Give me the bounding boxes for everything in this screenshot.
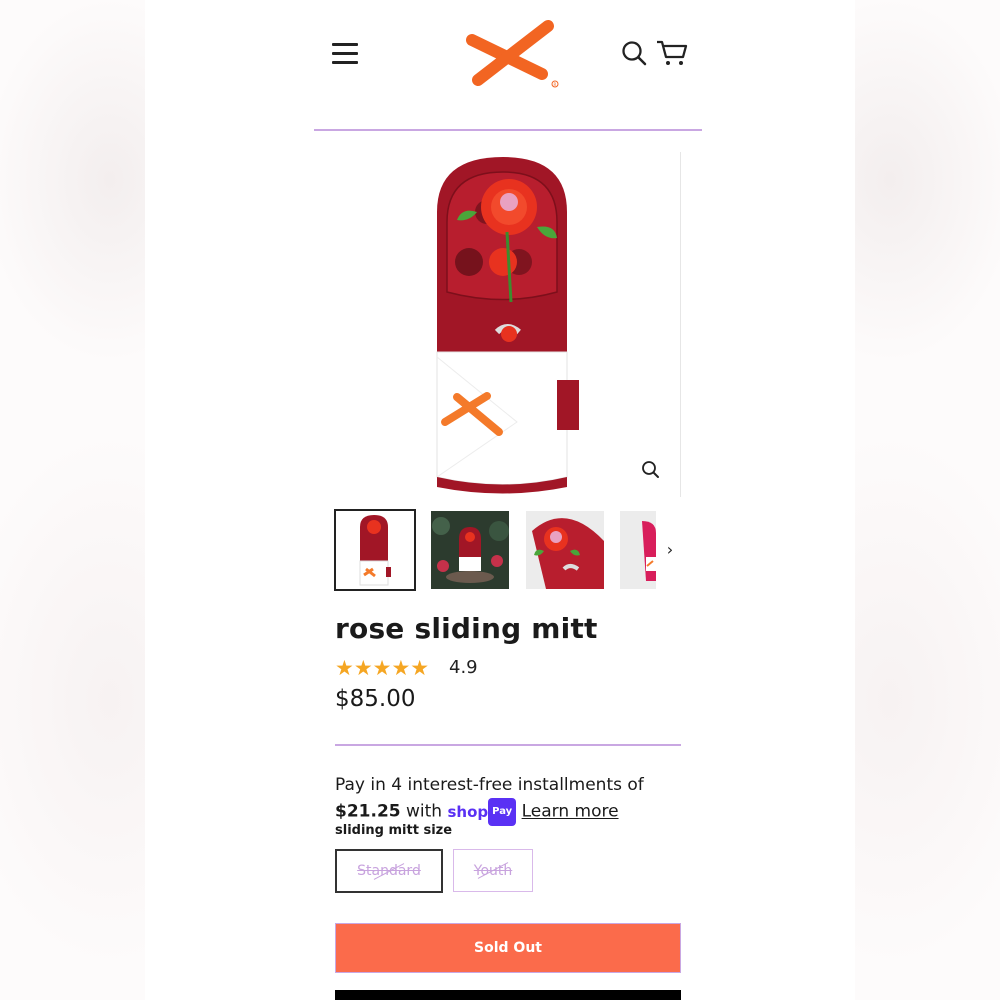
installments-info: Pay in 4 interest-free installments of $…: [335, 772, 681, 826]
rose-mitt-front-thumbnail: [359, 515, 391, 586]
installment-amount: $21.25: [335, 801, 401, 822]
zoom-icon[interactable]: [641, 460, 661, 480]
thumbnail-1[interactable]: [334, 509, 416, 591]
pay-badge: Pay: [488, 798, 517, 826]
product-page: R › rose sliding mitt ★★★★★ 4.9 $85.00 P…: [145, 0, 855, 1000]
menu-bar: [332, 43, 358, 46]
shop-word: shop: [447, 802, 489, 821]
search-icon[interactable]: [621, 40, 647, 66]
product-title: rose sliding mitt: [335, 612, 598, 645]
brand-logo-icon[interactable]: R: [460, 12, 570, 92]
menu-button[interactable]: [332, 40, 360, 66]
header-divider: [314, 129, 702, 131]
thumbnail-4[interactable]: [620, 511, 656, 589]
installments-text: Pay in 4 interest-free installments of: [335, 775, 644, 795]
cart-icon[interactable]: [655, 38, 689, 68]
thumbnail-3[interactable]: [526, 511, 604, 589]
size-label: sliding mitt size: [335, 823, 453, 838]
product-price: $85.00: [335, 686, 416, 712]
size-option-youth[interactable]: Youth: [453, 849, 533, 892]
star-rating[interactable]: ★★★★★: [335, 657, 429, 679]
svg-text:R: R: [554, 82, 557, 87]
sold-out-button[interactable]: Sold Out: [335, 923, 681, 973]
next-button-partial[interactable]: [335, 990, 681, 1000]
thumbnail-2[interactable]: [431, 511, 509, 589]
rose-mitt-scene-thumbnail: [431, 511, 509, 589]
rose-mitt-detail-thumbnail: [526, 511, 604, 589]
menu-bar: [332, 61, 358, 64]
size-option-label: Standard: [357, 863, 421, 879]
size-option-label: Youth: [473, 862, 513, 879]
price-divider: [335, 744, 681, 746]
image-edge: [680, 152, 681, 497]
shop-pay-logo: shop Pay: [447, 798, 517, 826]
learn-more-link[interactable]: Learn more: [522, 802, 619, 822]
size-option-standard[interactable]: Standard: [335, 849, 443, 893]
product-main-image[interactable]: [407, 152, 687, 497]
menu-bar: [332, 52, 358, 55]
rose-mitt-side-thumbnail: [620, 511, 656, 589]
rating-value: 4.9: [449, 657, 478, 678]
installments-with: with: [406, 801, 443, 822]
chevron-right-icon[interactable]: ›: [661, 540, 679, 560]
